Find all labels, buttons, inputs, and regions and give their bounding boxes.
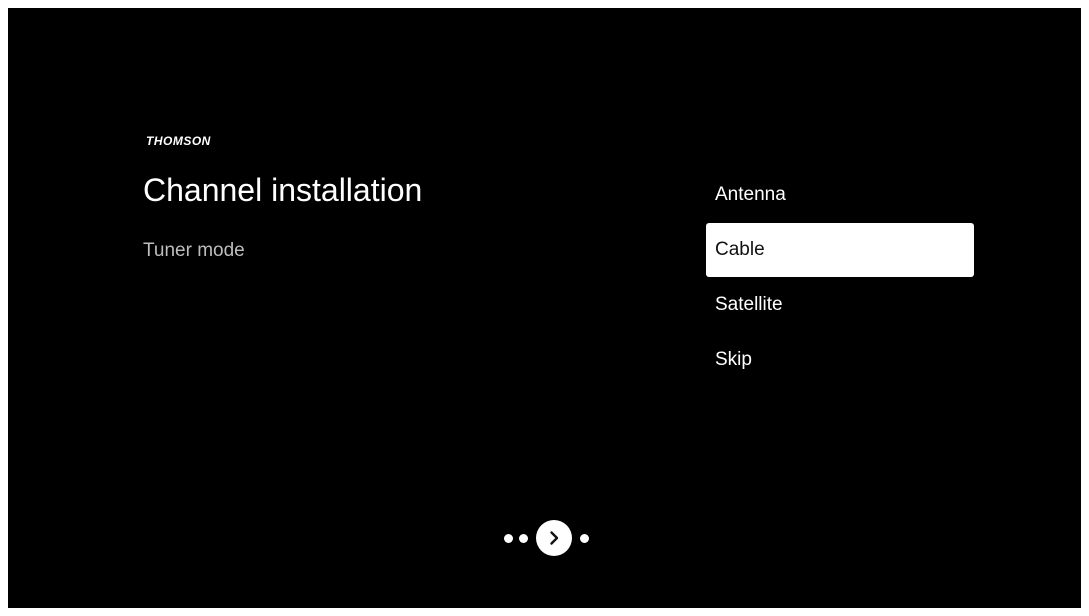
brand-logo: THOMSON <box>146 134 211 148</box>
option-antenna[interactable]: Antenna <box>706 168 974 222</box>
next-button[interactable] <box>536 520 572 556</box>
step-dot <box>519 533 528 543</box>
step-dot <box>580 533 589 543</box>
option-label: Antenna <box>715 184 786 205</box>
option-label: Satellite <box>715 294 783 315</box>
option-label: Cable <box>715 239 765 260</box>
step-dot <box>504 533 513 543</box>
chevron-right-icon <box>550 531 559 545</box>
page-subtitle: Tuner mode <box>143 240 245 261</box>
option-skip[interactable]: Skip <box>706 333 974 387</box>
option-cable[interactable]: Cable <box>706 223 974 277</box>
setup-screen: THOMSON Channel installation Tuner mode … <box>8 8 1081 608</box>
option-satellite[interactable]: Satellite <box>706 278 974 332</box>
tuner-mode-options: Antenna Cable Satellite Skip <box>706 168 974 388</box>
page-title: Channel installation <box>143 172 423 208</box>
option-label: Skip <box>715 349 752 370</box>
step-pager <box>504 520 595 556</box>
